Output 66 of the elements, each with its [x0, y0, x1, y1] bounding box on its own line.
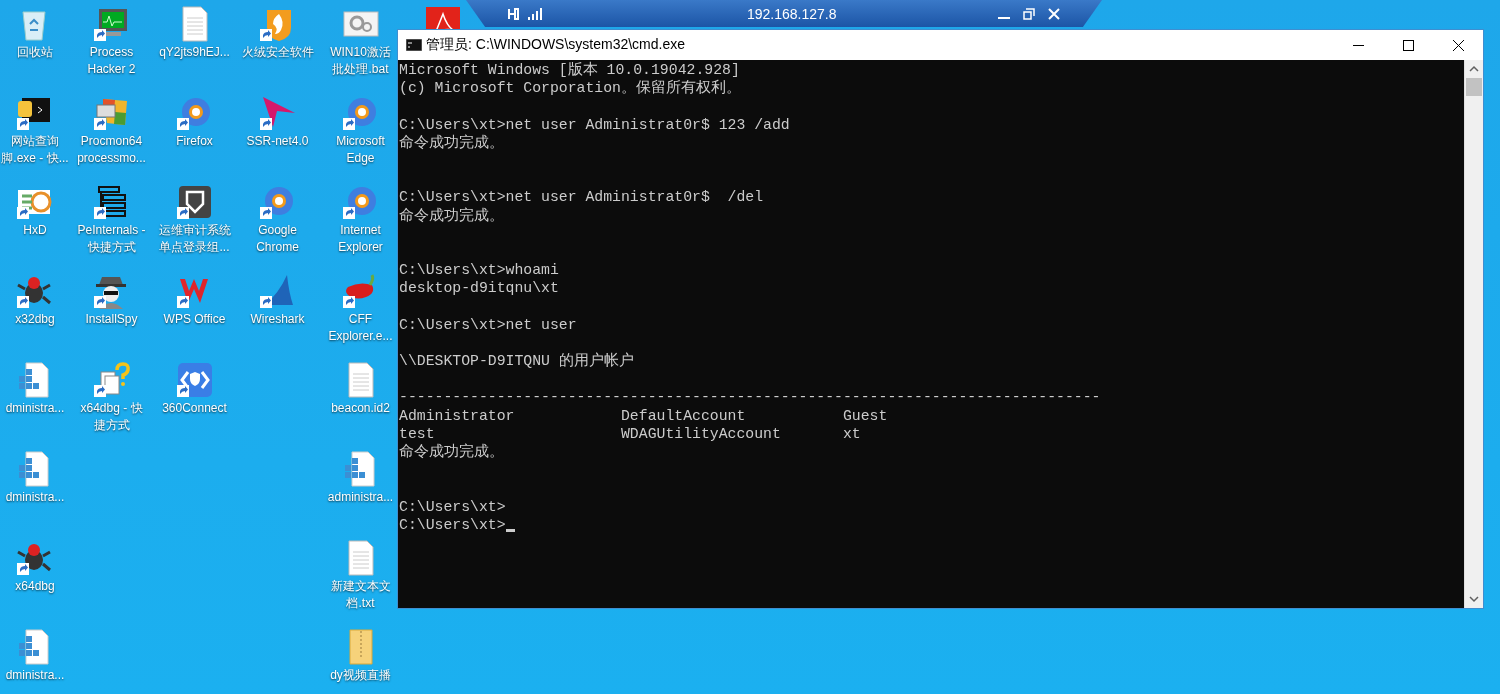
console-line: -------------------------------------------------------------------------------: [399, 388, 1101, 407]
scroll-thumb[interactable]: [1466, 78, 1482, 96]
icon-label[interactable]: Google Chrome: [241, 222, 314, 256]
console-line: \\DESKTOP-D9ITQNU 的用户帐户: [399, 352, 634, 371]
icon-label[interactable]: 回收站: [0, 44, 70, 61]
icon-label[interactable]: x32dbg: [0, 311, 70, 328]
icon-label[interactable]: dministra...: [0, 400, 70, 417]
console-line: C:\Users\xt>net user Administrat0r$ 123 /add: [399, 115, 790, 134]
icon-label[interactable]: 运维审计系统单点登录组...: [158, 222, 231, 256]
help-icon[interactable]: [92, 362, 131, 398]
console-line: 命令成功完成。: [399, 442, 504, 462]
console-line: (c) Microsoft Corporation。保留所有权利。: [399, 79, 741, 98]
console-line: C:\Users\xt>net user Administrat0r$ /del: [399, 188, 764, 207]
console-line: 命令成功完成。: [399, 133, 504, 152]
shield-icon[interactable]: [175, 184, 214, 220]
icon-label[interactable]: 360Connect: [158, 400, 231, 417]
icon-label[interactable]: InstallSpy: [75, 311, 148, 328]
icon-label[interactable]: CFF Explorer.e...: [324, 311, 397, 345]
pin-icon[interactable]: [508, 6, 522, 21]
terminal-icon: [406, 39, 422, 51]
pdf-icon[interactable]: [424, 6, 463, 30]
icon-label[interactable]: 新建文本文档.txt: [324, 578, 397, 612]
icon-label[interactable]: x64dbg - 快捷方式: [75, 400, 148, 434]
close-icon: [1452, 39, 1464, 51]
close-icon: [1048, 7, 1060, 20]
connect-icon[interactable]: [175, 362, 214, 398]
icon-label[interactable]: 火绒安全软件: [241, 44, 314, 61]
icon-label[interactable]: administra...: [324, 489, 397, 506]
icon-label[interactable]: HxD: [0, 222, 70, 239]
scroll-up-icon[interactable]: [1469, 64, 1479, 74]
icon-label[interactable]: beacon.id2: [324, 400, 397, 417]
maximize-icon: [1402, 39, 1414, 51]
plane-icon[interactable]: [258, 95, 297, 131]
console-line: Microsoft Windows [版本 10.0.19042.928]: [399, 61, 740, 79]
console-line: C:\Users\xt>: [399, 497, 506, 516]
icon-label[interactable]: Wireshark: [241, 311, 314, 328]
console-line: desktop-d9itqnu\xt: [399, 279, 559, 298]
console-line: test WDAGUtilityAccount xt: [399, 424, 861, 443]
icon-label[interactable]: Firefox: [158, 133, 231, 150]
remote-host-title: 192.168.127.8: [747, 5, 838, 22]
window-title: 管理员: C:\WINDOWS\system32\cmd.exe: [426, 36, 687, 54]
console-line: C:\Users\xt>whoami: [399, 261, 559, 280]
signal-icon: [528, 7, 542, 20]
icon-label[interactable]: dministra...: [0, 489, 70, 506]
console-line: C:\Users\xt>net user: [399, 315, 577, 334]
icon-label[interactable]: PeInternals - 快捷方式: [75, 222, 148, 256]
icon-label[interactable]: Procmon64 processmo...: [75, 133, 148, 167]
console-line: 命令成功完成。: [399, 206, 504, 225]
icon-label[interactable]: dy视频直播: [324, 667, 397, 684]
icon-label[interactable]: dministra...: [0, 667, 70, 684]
icon-label[interactable]: x64dbg: [0, 578, 70, 595]
console-prompt: C:\Users\xt>: [399, 515, 506, 534]
console-line: Administrator DefaultAccount Guest: [399, 406, 888, 425]
restore-icon: [1023, 7, 1035, 20]
icon-label[interactable]: Process Hacker 2: [75, 44, 148, 78]
scroll-down-icon[interactable]: [1469, 594, 1479, 604]
icon-label[interactable]: Microsoft Edge: [324, 133, 397, 167]
minimize-icon: [998, 16, 1010, 19]
icon-label[interactable]: WPS Office: [158, 311, 231, 328]
icon-label[interactable]: 网站查询脚.exe - 快...: [0, 133, 70, 167]
icon-label[interactable]: qY2jts9hEJ...: [158, 44, 231, 61]
icon-label[interactable]: SSR-net4.0: [241, 133, 314, 150]
scrollbar[interactable]: [1464, 60, 1483, 608]
icon-label[interactable]: Internet Explorer: [324, 222, 397, 256]
icon-label[interactable]: WIN10激活批处理.bat: [324, 44, 397, 78]
text-cursor: [505, 528, 515, 532]
